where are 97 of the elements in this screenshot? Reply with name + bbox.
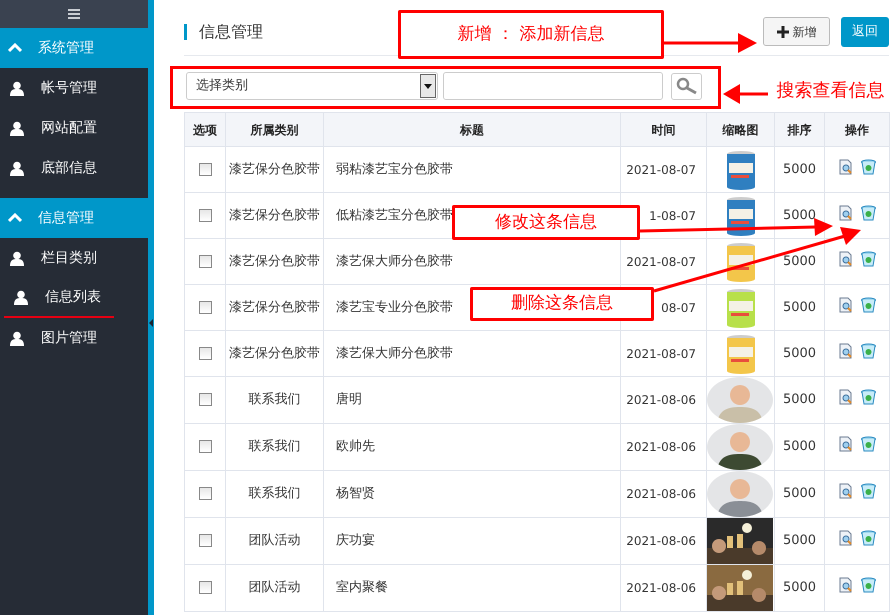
column-header: 操作 xyxy=(824,112,890,146)
trash-icon[interactable] xyxy=(860,342,876,358)
row-checkbox[interactable] xyxy=(198,254,212,268)
trash-icon[interactable] xyxy=(860,577,876,593)
dropdown-icon xyxy=(420,74,436,98)
table-cell: 5000 xyxy=(774,284,824,330)
sidebar-item[interactable]: 帐号管理 xyxy=(0,68,148,108)
table-cell: 联系我们 xyxy=(226,470,324,518)
user-icon xyxy=(10,80,24,96)
table-cell: 2021-08-06 xyxy=(620,424,706,470)
table-cell: 5000 xyxy=(774,238,824,284)
table-cell: 5000 xyxy=(774,518,824,564)
arrow xyxy=(723,84,768,104)
page-title: 信息管理 xyxy=(199,20,263,42)
plus-icon xyxy=(776,26,788,38)
row-checkbox[interactable] xyxy=(198,393,212,406)
annotation-label: 搜索查看信息 xyxy=(776,78,886,102)
sidebar-item[interactable]: 网站配置 xyxy=(0,108,148,148)
row-checkbox[interactable] xyxy=(198,346,212,360)
table-cell: 5000 xyxy=(774,564,824,612)
row-checkbox[interactable] xyxy=(198,487,212,500)
table-cell: 2021-08-06 xyxy=(620,376,706,424)
table-cell: 2021-08-07 xyxy=(620,146,706,192)
table-cell: 漆艺保大师分色胶带 xyxy=(324,330,620,376)
annotation-label: 修改这条信息 xyxy=(452,205,640,240)
menu-icon[interactable] xyxy=(68,9,80,19)
trash-icon[interactable] xyxy=(860,483,876,499)
trash-icon[interactable] xyxy=(860,158,876,174)
row-checkbox[interactable] xyxy=(198,534,212,548)
table-cell: 室内聚餐 xyxy=(324,564,620,612)
table-cell: 漆艺保分色胶带 xyxy=(226,330,324,376)
search-icon xyxy=(676,77,698,95)
table-cell: 联系我们 xyxy=(226,424,324,470)
table-cell: 漆艺保分色胶带 xyxy=(226,192,324,238)
trash-icon[interactable] xyxy=(860,530,876,546)
row-checkbox[interactable] xyxy=(198,208,212,222)
table-cell: 2021-08-06 xyxy=(620,470,706,518)
table-cell: 团队活动 xyxy=(226,564,324,612)
chevron-up-icon xyxy=(8,213,22,223)
row-checkbox[interactable] xyxy=(198,581,212,594)
table-cell: 漆艺保分色胶带 xyxy=(226,238,324,284)
edit-icon[interactable] xyxy=(838,250,852,266)
search-button[interactable] xyxy=(671,72,702,100)
title-accent xyxy=(184,24,187,40)
user-icon xyxy=(14,290,28,304)
chevron-up-icon xyxy=(8,43,22,53)
table-cell: 漆艺保分色胶带 xyxy=(226,146,324,192)
search-field[interactable] xyxy=(443,72,663,100)
user-icon xyxy=(10,250,24,266)
trash-icon[interactable] xyxy=(860,204,876,220)
row-checkbox[interactable] xyxy=(198,300,212,314)
edit-icon[interactable] xyxy=(838,158,852,174)
table-cell: 弱粘漆艺宝分色胶带 xyxy=(324,146,620,192)
edit-icon[interactable] xyxy=(838,483,852,499)
table-cell: 5000 xyxy=(774,424,824,470)
table-cell: 5000 xyxy=(774,376,824,424)
edit-icon[interactable] xyxy=(838,577,852,593)
sidebar-item[interactable]: 底部信息 xyxy=(0,148,148,188)
edit-icon[interactable] xyxy=(838,389,852,405)
column-header: 时间 xyxy=(620,112,706,146)
trash-icon[interactable] xyxy=(860,389,876,405)
edit-icon[interactable] xyxy=(838,530,852,546)
table-cell: 漆艺保分色胶带 xyxy=(226,284,324,330)
row-checkbox[interactable] xyxy=(198,162,212,176)
table-cell: 5000 xyxy=(774,470,824,518)
table-cell: 团队活动 xyxy=(226,518,324,564)
sidebar-item[interactable]: 信息列表 xyxy=(4,278,114,318)
table-cell: 唐明 xyxy=(324,376,620,424)
column-header: 标题 xyxy=(324,112,620,146)
user-icon xyxy=(10,120,24,136)
column-header: 缩略图 xyxy=(706,112,774,146)
trash-icon[interactable] xyxy=(860,296,876,312)
edit-icon[interactable] xyxy=(838,296,852,312)
user-icon xyxy=(10,160,24,176)
table-cell: 2021-08-07 xyxy=(620,330,706,376)
annotation-label: 删除这条信息 xyxy=(470,287,654,321)
row-checkbox[interactable] xyxy=(198,440,212,454)
user-icon xyxy=(10,330,24,346)
add-button[interactable]: 新增 xyxy=(763,17,830,46)
table-cell: 联系我们 xyxy=(226,376,324,424)
edit-icon[interactable] xyxy=(838,342,852,358)
edit-icon[interactable] xyxy=(838,436,852,452)
table-cell: 5000 xyxy=(774,146,824,192)
table-cell: 5000 xyxy=(774,330,824,376)
trash-icon[interactable] xyxy=(860,436,876,452)
annotation-label: 新增 ： 添加新信息 xyxy=(398,10,664,59)
table-cell: 庆功宴 xyxy=(324,518,620,564)
table-cell: 欧帅先 xyxy=(324,424,620,470)
table-cell: 杨智贤 xyxy=(324,470,620,518)
edit-icon[interactable] xyxy=(838,204,852,220)
sidebar-item[interactable]: 栏目类别 xyxy=(0,238,148,278)
column-header: 所属类别 xyxy=(226,112,324,146)
column-header: 排序 xyxy=(774,112,824,146)
trash-icon[interactable] xyxy=(860,250,876,266)
sidebar-item[interactable]: 图片管理 xyxy=(0,318,148,358)
column-header: 选项 xyxy=(184,112,226,146)
category-select[interactable]: 选择类别 xyxy=(186,72,438,100)
